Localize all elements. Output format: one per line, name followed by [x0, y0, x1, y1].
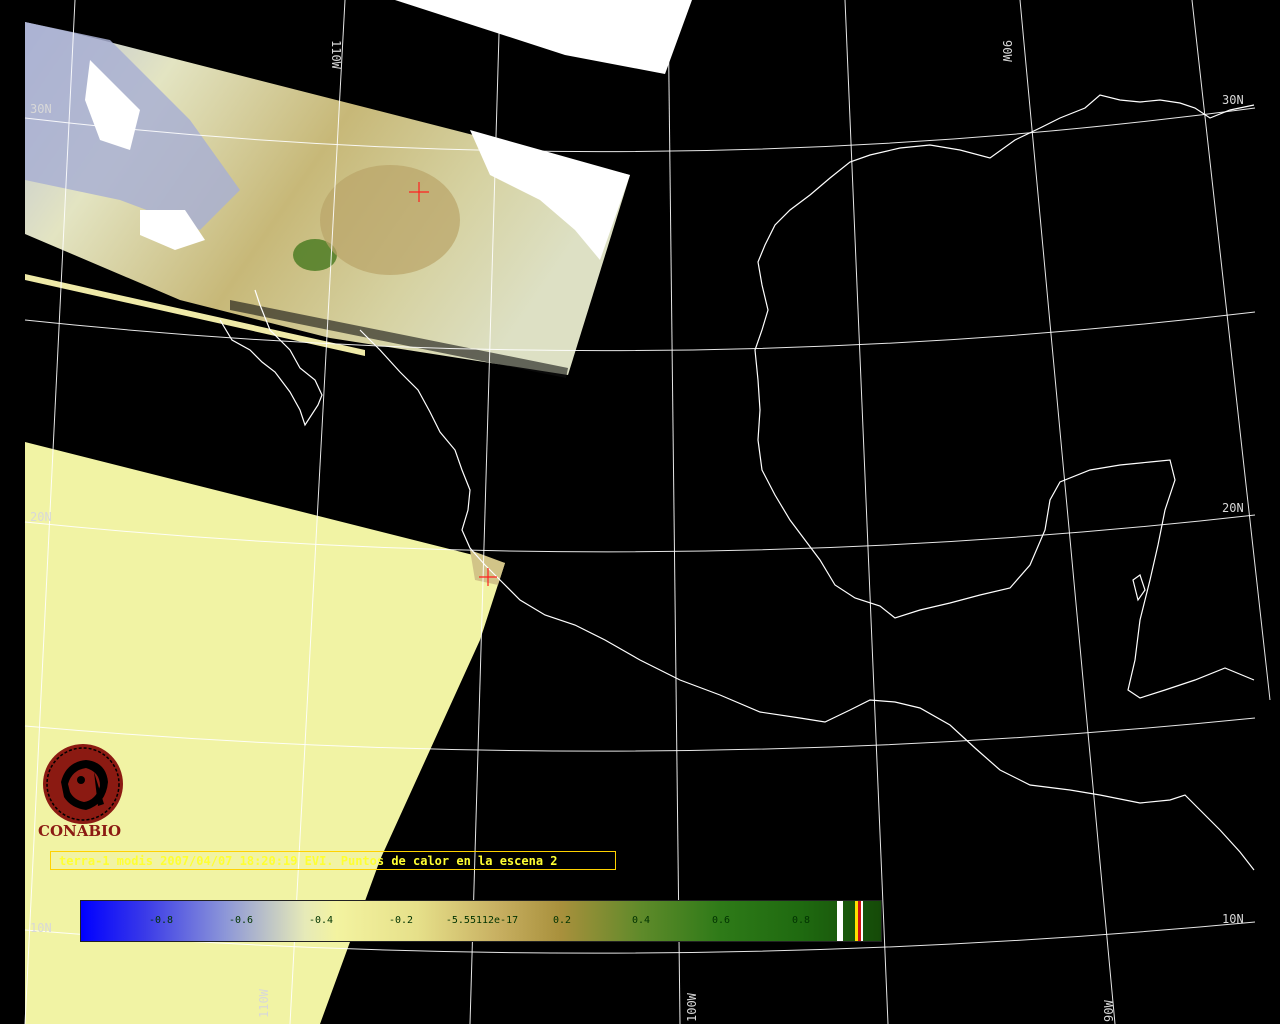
colorbar-tick: -0.6	[228, 915, 254, 926]
logo-text: CONABIO	[38, 822, 122, 840]
lat-label-20n-left: 20N	[30, 510, 52, 524]
graticule-lon-90w	[1019, 0, 1116, 1024]
colorbar-tick: -0.2	[388, 915, 414, 926]
colorbar-tick: 0.8	[791, 915, 811, 926]
colorbar-tick: 0.2	[552, 915, 572, 926]
coastline-pacific-mainland	[359, 329, 1255, 871]
graticule-lon-95w	[844, 0, 889, 1024]
map-canvas: 30N 30N 20N 20N 10N 10N 110W 110W 100W 9…	[24, 0, 1271, 1024]
lat-label-30n-left: 30N	[30, 102, 52, 116]
lat-label-10n-left: 10N	[30, 921, 52, 935]
graticule-lon-100w	[667, 0, 681, 1024]
lat-label-10n-right: 10N	[1222, 912, 1244, 926]
colorbar-swatch-nodata	[837, 901, 843, 941]
colorbar-tick: -0.8	[148, 915, 174, 926]
lon-label-100w-bottom: 100W	[685, 992, 699, 1022]
colorbar-tick: 0.6	[711, 915, 731, 926]
coastline-gulf-of-mexico	[754, 94, 1255, 699]
lon-label-110w-top: 110W	[329, 40, 343, 70]
lon-label-110w-bottom: 110W	[257, 988, 271, 1018]
colorbar-tick: -0.4	[308, 915, 334, 926]
lat-label-20n-right: 20N	[1222, 501, 1244, 515]
lon-label-90w-bottom: 90W	[1102, 1000, 1116, 1022]
colorbar-swatch-white	[861, 901, 863, 941]
lat-label-30n-right: 30N	[1222, 93, 1244, 107]
colorbar-legend: -0.8 -0.6 -0.4 -0.2 -5.55112e-17 0.2 0.4…	[80, 900, 882, 942]
colorbar-tick: 0.4	[631, 915, 651, 926]
scene-caption: terra-1 modis 2007/04/07 18:20:19 EVI. P…	[50, 851, 616, 870]
swath-north-olive-area	[320, 165, 460, 275]
lon-label-90w-top: 90W	[1000, 40, 1014, 62]
colorbar-tick: -5.55112e-17	[445, 915, 519, 926]
swath-top-strip	[395, 0, 692, 74]
coastline-caribbean	[1132, 574, 1146, 602]
